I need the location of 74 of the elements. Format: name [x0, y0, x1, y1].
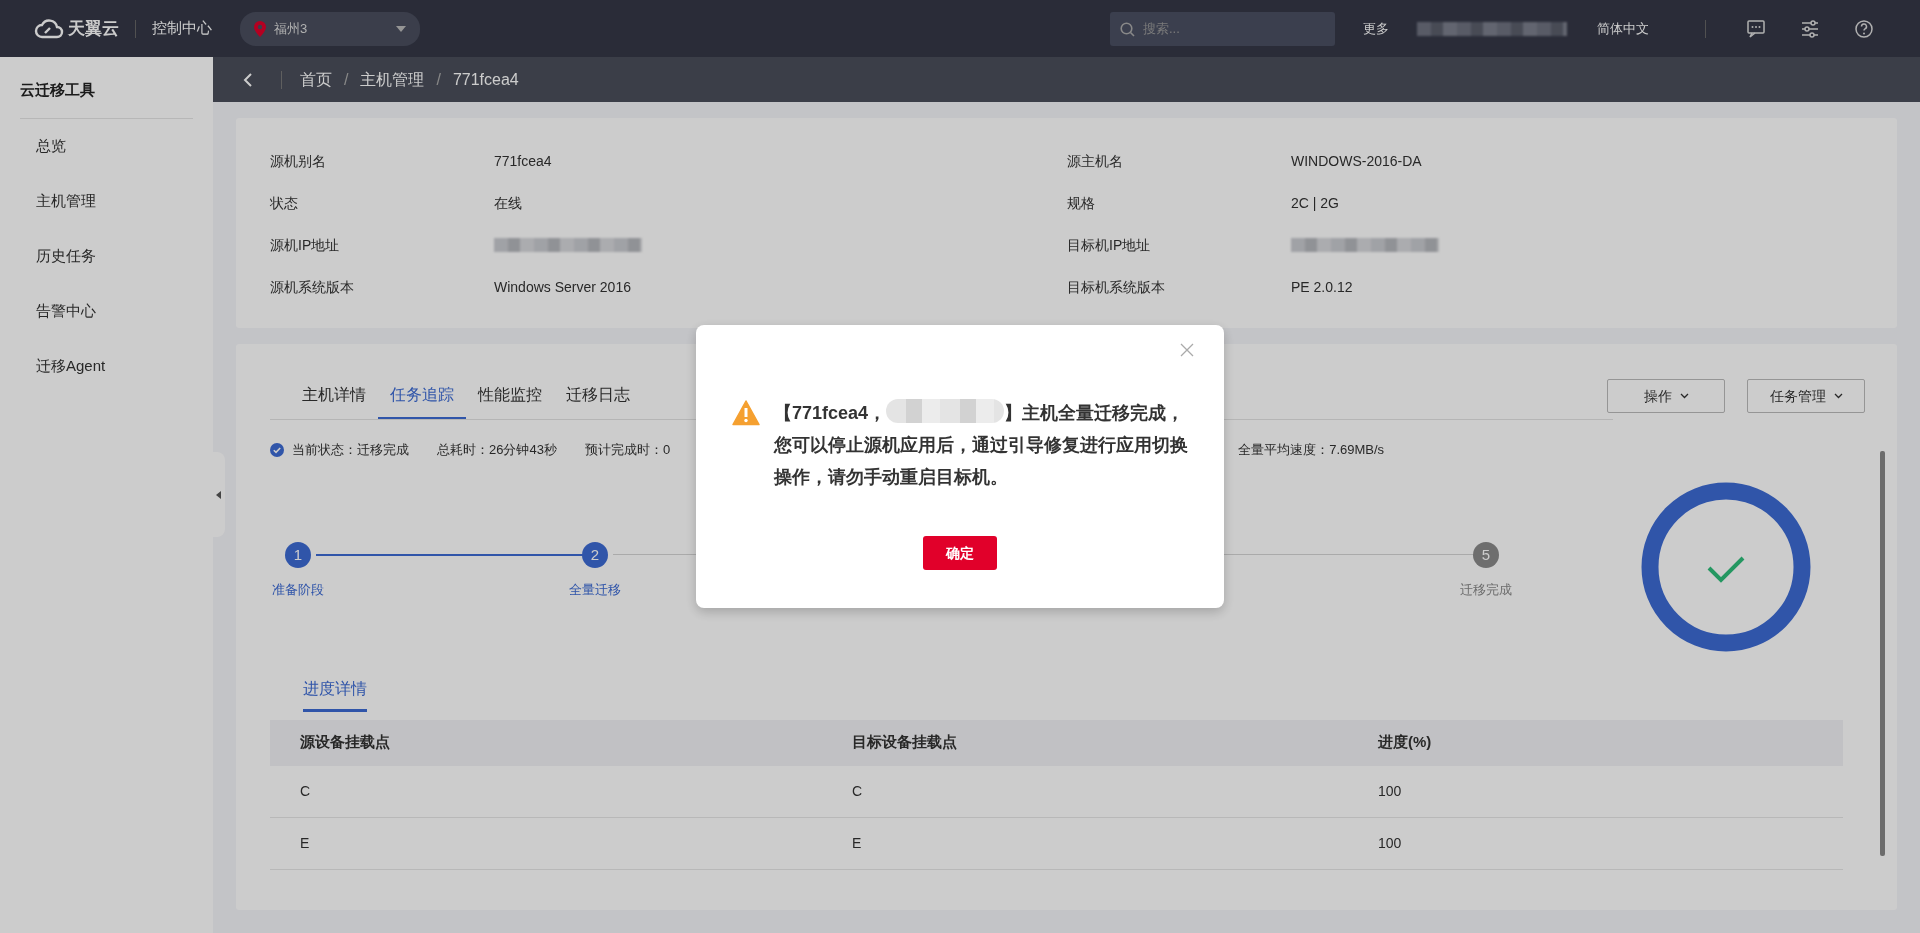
search-field[interactable]: 搜索... — [1110, 11, 1335, 46]
breadcrumb-separator: / — [344, 69, 349, 90]
breadcrumb-separator: / — [436, 69, 441, 90]
step-number: 5 — [1473, 542, 1499, 568]
field-value: WINDOWS-2016-DA — [1291, 151, 1422, 171]
back-icon[interactable] — [243, 72, 253, 87]
field-label: 源主机名 — [1067, 151, 1124, 171]
dropdown-button[interactable]: 操作 — [1607, 379, 1725, 413]
status-text: 当前状态：迁移完成 — [292, 441, 409, 460]
table-cell: E — [270, 817, 822, 870]
region-selector[interactable]: 福州3 — [240, 11, 420, 46]
tab[interactable]: 性能监控 — [466, 383, 554, 419]
location-pin-icon — [254, 20, 266, 37]
step-label: 全量迁移 — [569, 581, 621, 599]
confirm-button[interactable]: 确定 — [923, 536, 997, 570]
collapse-handle[interactable] — [213, 452, 225, 537]
table-cell: 100 — [1348, 817, 1843, 870]
column-header: 源设备挂载点 — [270, 719, 822, 766]
caret-icon — [396, 25, 406, 32]
scrollbar[interactable] — [1880, 451, 1885, 856]
field-value: PE 2.0.12 — [1291, 277, 1353, 297]
chevron-icon — [1679, 393, 1689, 399]
table-cell: C — [270, 765, 822, 818]
more-link[interactable]: 更多 — [1363, 18, 1389, 39]
field-label: 目标机系统版本 — [1067, 277, 1166, 297]
elapsed-time: 总耗时：26分钟43秒 — [437, 441, 557, 460]
sidebar-item[interactable]: 历史任务 — [0, 228, 213, 284]
step-label: 迁移完成 — [1460, 581, 1512, 599]
field-label: 状态 — [270, 193, 299, 213]
region-name: 福州3 — [274, 19, 309, 38]
warning-icon — [732, 400, 760, 426]
table-cell: C — [822, 765, 1348, 818]
average-speed: 全量平均速度：7.69MB/s — [1238, 441, 1385, 460]
language-link[interactable]: 简体中文 — [1597, 18, 1649, 39]
dropdown-button[interactable]: 任务管理 — [1747, 379, 1865, 413]
alert-message: 【771fcea4， 】主机全量迁移完成，您可以停止源机应用后，通过引导修复进行应用切换操作，请勿手动重启目标机。 — [774, 397, 1190, 493]
cloud-icon — [34, 18, 64, 39]
breadcrumb-item[interactable]: 主机管理 — [360, 67, 425, 92]
field-value: 771fcea4 — [494, 151, 552, 171]
message-icon[interactable] — [1746, 18, 1766, 39]
sidebar-item[interactable]: 总览 — [0, 118, 213, 174]
sidebar-item[interactable]: 告警中心 — [0, 283, 213, 339]
breadcrumb-item: 771fcea4 — [452, 69, 519, 90]
tab[interactable]: 迁移日志 — [554, 383, 642, 419]
sidebar-item[interactable]: 迁移Agent — [0, 338, 213, 394]
tab[interactable]: 主机详情 — [290, 383, 378, 419]
tab[interactable]: 任务追踪 — [378, 383, 466, 419]
table-cell: 100 — [1348, 765, 1843, 818]
step-number: 1 — [285, 542, 311, 568]
chevron-icon — [1833, 393, 1843, 399]
step-number: 2 — [582, 542, 608, 568]
field-label: 源机别名 — [270, 151, 327, 171]
field-value: 在线 — [494, 193, 522, 213]
field-value: Windows Server 2016 — [494, 277, 631, 297]
sidebar-item[interactable]: 主机管理 — [0, 173, 213, 229]
step-label: 准备阶段 — [272, 581, 324, 599]
brand-logo-text: 天翼云 — [68, 17, 119, 40]
column-header: 进度(%) — [1348, 719, 1843, 766]
table-cell: E — [822, 817, 1348, 870]
help-icon[interactable] — [1854, 18, 1874, 39]
field-label: 源机系统版本 — [270, 277, 355, 297]
settings-icon[interactable] — [1800, 18, 1820, 39]
field-value: 2C | 2G — [1291, 193, 1339, 213]
console-link[interactable]: 控制中心 — [152, 17, 212, 40]
field-label: 规格 — [1067, 193, 1096, 213]
column-header: 目标设备挂载点 — [822, 719, 1348, 766]
sidebar-title: 云迁移工具 — [20, 57, 193, 119]
breadcrumb-item[interactable]: 首页 — [300, 67, 332, 92]
success-ring-icon — [1641, 482, 1811, 652]
tab[interactable]: 进度详情 — [303, 676, 367, 712]
estimated-time: 预计完成时：0 — [584, 441, 671, 460]
check-circle-icon — [270, 443, 284, 457]
field-label: 源机IP地址 — [270, 235, 341, 255]
field-label: 目标机IP地址 — [1067, 235, 1152, 255]
